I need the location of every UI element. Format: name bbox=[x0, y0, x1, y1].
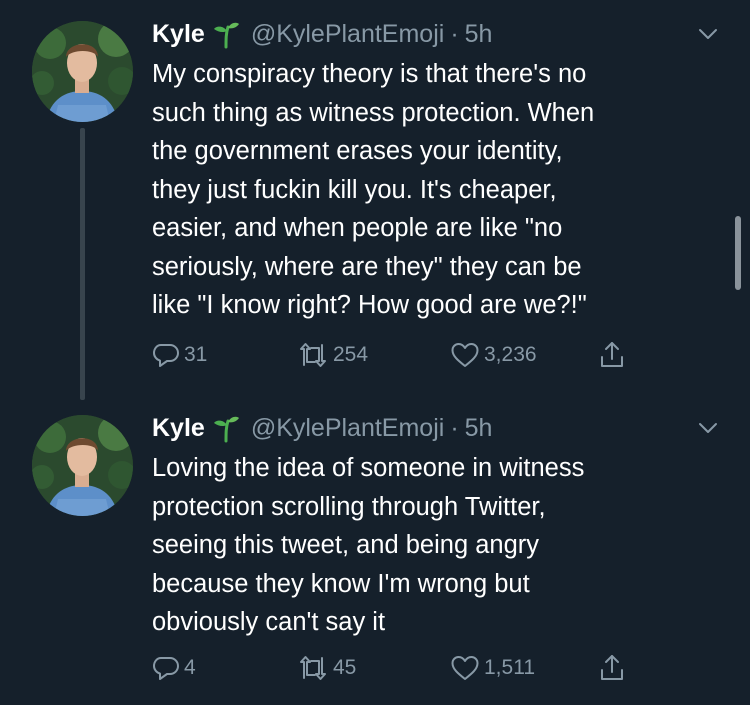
share-icon bbox=[601, 342, 623, 367]
like-count: 3,236 bbox=[484, 343, 537, 366]
retweet-button[interactable]: 45 bbox=[297, 650, 356, 686]
thread-line bbox=[80, 128, 85, 400]
action-bar: 31 254 3,236 bbox=[152, 337, 712, 373]
sprout-icon bbox=[211, 413, 241, 443]
tweet[interactable]: Kyle @KylePlantEmoji · 5h My conspiracy … bbox=[0, 0, 750, 400]
separator-dot: · bbox=[450, 413, 459, 442]
separator-dot: · bbox=[450, 19, 459, 48]
share-button[interactable] bbox=[598, 337, 626, 373]
chevron-down-icon[interactable] bbox=[696, 22, 720, 46]
avatar[interactable] bbox=[32, 21, 133, 122]
avatar[interactable] bbox=[32, 415, 133, 516]
heart-icon bbox=[451, 343, 479, 367]
reply-icon bbox=[153, 657, 179, 680]
user-handle[interactable]: @KylePlantEmoji bbox=[251, 414, 445, 443]
reply-button[interactable]: 31 bbox=[152, 337, 207, 373]
sprout-icon bbox=[211, 19, 241, 49]
retweet-icon bbox=[300, 343, 326, 367]
display-name[interactable]: Kyle bbox=[152, 20, 205, 49]
tweet-text: Loving the idea of someone in witness pr… bbox=[152, 454, 585, 636]
retweet-count: 45 bbox=[333, 656, 357, 679]
reply-icon bbox=[153, 344, 179, 367]
tweet[interactable]: Kyle @KylePlantEmoji · 5h Loving the ide… bbox=[0, 398, 750, 705]
like-button[interactable]: 1,511 bbox=[450, 650, 535, 686]
reply-button[interactable]: 4 bbox=[152, 650, 196, 686]
retweet-button[interactable]: 254 bbox=[297, 337, 368, 373]
like-button[interactable]: 3,236 bbox=[450, 337, 537, 373]
reply-count: 4 bbox=[184, 656, 196, 679]
reply-count: 31 bbox=[184, 343, 208, 366]
action-bar: 4 45 1,511 bbox=[152, 650, 712, 686]
share-icon bbox=[601, 655, 623, 680]
tweet-header: Kyle @KylePlantEmoji · 5h bbox=[152, 16, 492, 52]
like-count: 1,511 bbox=[484, 656, 535, 679]
scrollbar[interactable] bbox=[735, 216, 741, 290]
chevron-down-icon[interactable] bbox=[696, 416, 720, 440]
heart-icon bbox=[451, 656, 479, 680]
retweet-count: 254 bbox=[333, 343, 369, 366]
user-handle[interactable]: @KylePlantEmoji bbox=[251, 20, 445, 49]
retweet-icon bbox=[300, 656, 326, 680]
timestamp[interactable]: 5h bbox=[465, 414, 493, 443]
tweet-header: Kyle @KylePlantEmoji · 5h bbox=[152, 410, 492, 446]
timestamp[interactable]: 5h bbox=[465, 20, 493, 49]
display-name[interactable]: Kyle bbox=[152, 414, 205, 443]
share-button[interactable] bbox=[598, 650, 626, 686]
tweet-text: My conspiracy theory is that there's no … bbox=[152, 60, 595, 319]
